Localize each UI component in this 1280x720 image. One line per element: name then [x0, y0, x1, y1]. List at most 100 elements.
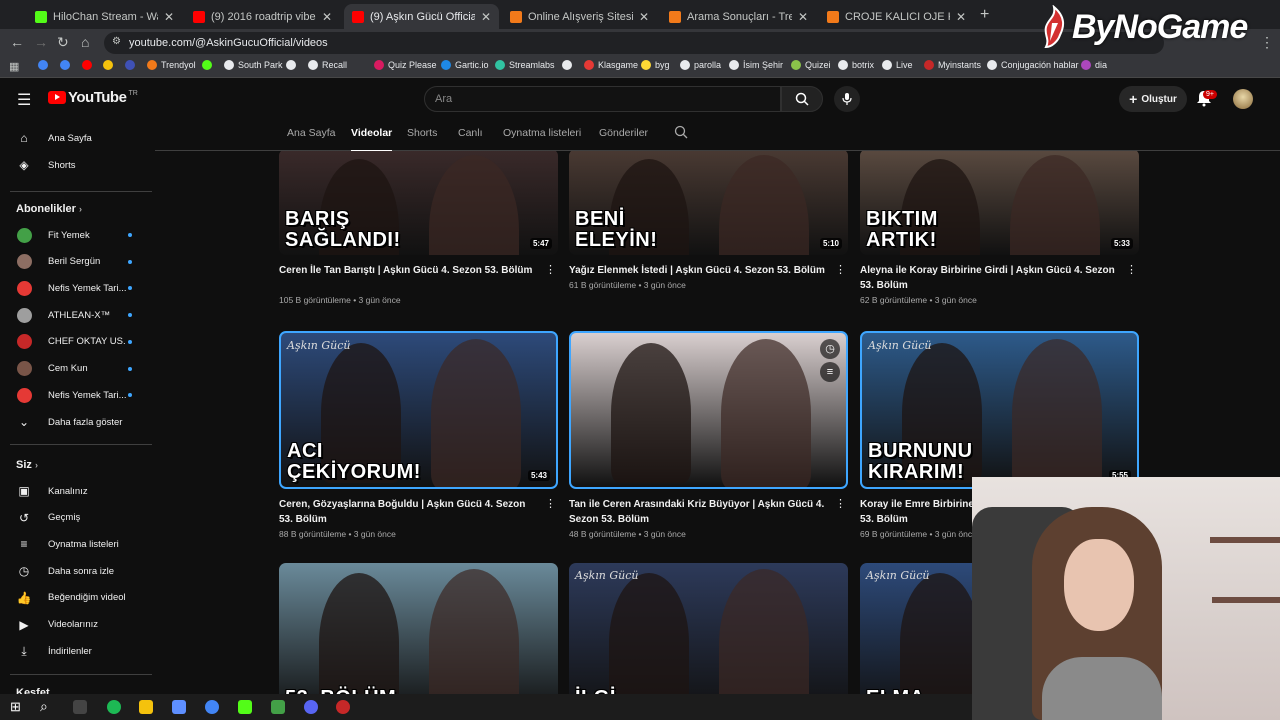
sidebar-item[interactable]: ▣ Kanalınız	[0, 478, 155, 504]
sidebar-item[interactable]: Beril Sergün	[0, 249, 155, 275]
sidebar-item[interactable]: ⌂ Ana Sayfa	[0, 125, 155, 151]
browser-tab[interactable]: CROJE KALICI OJE Kalıcı Oje Ko ✕	[819, 4, 974, 29]
add-to-queue-icon[interactable]: ≡	[820, 362, 840, 382]
back-icon[interactable]: ←	[10, 34, 24, 50]
channel-tab[interactable]: Videolar	[351, 127, 393, 152]
bookmark-item[interactable]: Trendyol	[147, 60, 196, 70]
bookmark-item[interactable]	[38, 60, 52, 70]
video-options-icon[interactable]: ⋮	[545, 497, 556, 510]
sidebar-item[interactable]: ≡ Oynatma listeleri	[0, 531, 155, 557]
copilot-icon[interactable]	[172, 700, 186, 714]
new-tab-button[interactable]: +	[980, 6, 989, 24]
sidebar-item[interactable]: ⌄ Daha fazla göster	[0, 409, 155, 435]
start-icon[interactable]: ⊞	[10, 699, 21, 715]
sidebar-item[interactable]: ↺ Geçmiş	[0, 505, 155, 531]
channel-tab[interactable]: Ana Sayfa	[287, 127, 335, 139]
video-thumbnail[interactable]: Aşkın GücüİLGİ	[569, 563, 848, 694]
channel-search-icon[interactable]	[674, 125, 688, 144]
close-tab-icon[interactable]: ✕	[164, 10, 174, 24]
close-tab-icon[interactable]: ✕	[322, 10, 332, 24]
sidebar-item[interactable]: ▶ Videolarınız	[0, 612, 155, 638]
voice-search-button[interactable]	[834, 86, 860, 112]
channel-tab[interactable]: Oynatma listeleri	[503, 127, 581, 139]
bookmark-item[interactable]: byg	[641, 60, 670, 70]
task-view-icon[interactable]	[73, 700, 87, 714]
video-title[interactable]: Tan ile Ceren Arasındaki Kriz Büyüyor | …	[569, 497, 829, 527]
close-tab-icon[interactable]: ✕	[956, 10, 966, 24]
spotify-icon[interactable]	[107, 700, 121, 714]
video-thumbnail[interactable]: Aşkın Gücü BURNUNU KIRARIM! 5:55	[860, 331, 1139, 489]
bookmark-item[interactable]	[202, 60, 216, 70]
bookmark-item[interactable]: Conjugación hablar	[987, 60, 1079, 70]
bookmark-item[interactable]	[82, 60, 96, 70]
bookmark-item[interactable]	[286, 60, 300, 70]
channel-tab[interactable]: Canlı	[458, 127, 483, 139]
address-bar[interactable]: ⚙ youtube.com/@AskinGucuOfficial/videos	[104, 32, 1164, 54]
app-icon[interactable]	[271, 700, 285, 714]
sidebar-item[interactable]: Fit Yemek	[0, 222, 155, 248]
bookmark-item[interactable]: Gartic.io	[441, 60, 489, 70]
create-button[interactable]: + Oluştur	[1119, 86, 1187, 112]
video-thumbnail[interactable]: BENİ ELEYİN! 5:10	[569, 151, 848, 255]
subscriptions-heading[interactable]: Abonelikler ›	[16, 203, 82, 215]
bookmark-item[interactable]: dia	[1081, 60, 1107, 70]
video-thumbnail[interactable]: 53. BÖLÜM	[279, 563, 558, 694]
video-options-icon[interactable]: ⋮	[835, 497, 846, 510]
sidebar-item[interactable]: ATHLEAN-X™	[0, 302, 155, 328]
bookmark-item[interactable]: Streamlabs	[495, 60, 555, 70]
video-title[interactable]: Yağız Elenmek İstedi | Aşkın Gücü 4. Sez…	[569, 263, 829, 278]
close-tab-icon[interactable]: ✕	[481, 10, 491, 24]
browser-tab[interactable]: Arama Sonuçları - Trendyol ✕	[661, 4, 816, 29]
bookmark-item[interactable]: Live	[882, 60, 913, 70]
sidebar-item[interactable]: Nefis Yemek Tari...	[0, 382, 155, 408]
bookmark-item[interactable]	[60, 60, 74, 70]
bookmark-item[interactable]	[103, 60, 117, 70]
bookmark-item[interactable]: Myinstants	[924, 60, 981, 70]
sidebar-item[interactable]: Nefis Yemek Tari...	[0, 275, 155, 301]
sidebar-item[interactable]: ◷ Daha sonra izle	[0, 558, 155, 584]
video-thumbnail[interactable]: BIKTIM ARTIK! 5:33	[860, 151, 1139, 255]
youtube-logo[interactable]: YouTube TR	[48, 89, 138, 106]
sidebar-item[interactable]: Cem Kun	[0, 356, 155, 382]
bookmark-item[interactable]: botrix	[838, 60, 874, 70]
bookmark-item[interactable]: Klasgame	[584, 60, 638, 70]
watch-later-icon[interactable]: ◷	[820, 339, 840, 359]
sidebar-item[interactable]: ⤓ İndirilenler	[0, 638, 155, 664]
apps-grid-icon[interactable]: ▦	[9, 60, 19, 73]
bookmark-item[interactable]	[125, 60, 139, 70]
video-thumbnail[interactable]: ◷ ≡	[569, 331, 848, 489]
video-options-icon[interactable]: ⋮	[545, 263, 556, 276]
bookmark-item[interactable]: Recall	[308, 60, 347, 70]
search-icon[interactable]: ⌕	[40, 698, 48, 715]
search-button[interactable]	[781, 86, 823, 112]
menu-icon[interactable]: ☰	[17, 90, 31, 110]
video-title[interactable]: Ceren, Gözyaşlarına Boğuldu | Aşkın Gücü…	[279, 497, 539, 527]
reload-icon[interactable]: ↻	[57, 34, 69, 51]
video-title[interactable]: Aleyna ile Koray Birbirine Girdi | Aşkın…	[860, 263, 1120, 293]
file-explorer-icon[interactable]	[139, 700, 153, 714]
video-thumbnail[interactable]: BARIŞ SAĞLANDI! 5:47	[279, 151, 558, 255]
sidebar-item[interactable]: 👍 Beğendiğim videolar	[0, 585, 155, 611]
chrome-icon[interactable]	[205, 700, 219, 714]
obs-icon[interactable]	[336, 700, 350, 714]
bookmark-item[interactable]: Quizei	[791, 60, 831, 70]
you-heading[interactable]: Siz ›	[16, 459, 38, 471]
browser-tab[interactable]: (9) Aşkın Gücü Official - YouTu ✕	[344, 4, 499, 29]
browser-tab[interactable]: Online Alışveriş Sitesi, Türkiye'n ✕	[502, 4, 657, 29]
home-icon[interactable]: ⌂	[81, 34, 89, 50]
bookmark-item[interactable]: İsim Şehir	[729, 60, 783, 70]
site-info-icon[interactable]: ⚙	[112, 36, 121, 47]
channel-tab[interactable]: Gönderiler	[599, 127, 648, 139]
discord-icon[interactable]	[304, 700, 318, 714]
browser-tab[interactable]: HiloChan Stream - Watch L ✕	[27, 4, 182, 29]
bookmark-item[interactable]	[562, 60, 576, 70]
video-thumbnail[interactable]: Aşkın Gücü ACI ÇEKİYORUM! 5:43	[279, 331, 558, 489]
video-options-icon[interactable]: ⋮	[1126, 263, 1137, 276]
close-tab-icon[interactable]: ✕	[639, 10, 649, 24]
sidebar-item[interactable]: ◈ Shorts	[0, 152, 155, 178]
sidebar-item[interactable]: CHEF OKTAY US...	[0, 329, 155, 355]
bookmark-item[interactable]: parolla	[680, 60, 721, 70]
channel-tab[interactable]: Shorts	[407, 127, 437, 139]
forward-icon[interactable]: →	[34, 34, 48, 50]
video-title[interactable]: Ceren İle Tan Barıştı | Aşkın Gücü 4. Se…	[279, 263, 539, 278]
